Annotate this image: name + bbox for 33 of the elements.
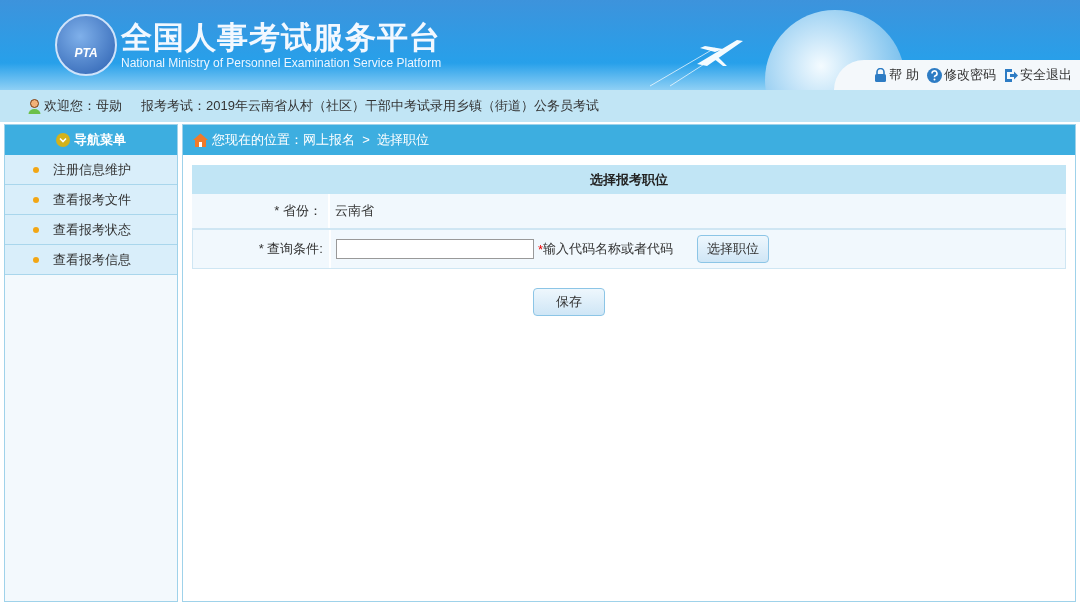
required-mark: * (538, 241, 544, 257)
exam-name: 报考考试：2019年云南省从村（社区）干部中考试录用乡镇（街道）公务员考试 (141, 97, 599, 115)
query-hint: 输入代码名称或者代码 (543, 240, 674, 258)
query-input-field[interactable] (336, 239, 534, 259)
sidebar-title: 导航菜单 (74, 131, 126, 149)
header-link[interactable]: 安全退出 (1004, 66, 1072, 84)
sidebar-item[interactable]: 注册信息维护 (5, 155, 177, 185)
province-label: * 省份： (274, 202, 322, 220)
logo-emblem: PTA (55, 14, 117, 76)
exit-icon (1004, 67, 1018, 83)
bullet-icon (33, 226, 39, 233)
breadcrumb-text: 您现在的位置：网上报名 > 选择职位 (212, 131, 430, 149)
lock-icon (874, 68, 888, 82)
province-value: 云南省 (335, 202, 374, 220)
chevron-down-icon (56, 133, 70, 147)
query-label: * 查询条件: (258, 240, 323, 258)
welcome-text: 欢迎您：母勋 (44, 97, 122, 115)
user-icon (28, 98, 41, 114)
bullet-icon (33, 256, 39, 263)
form-title: 选择报考职位 (192, 165, 1066, 194)
question-icon (927, 67, 942, 83)
header-link[interactable]: 帮 助 (874, 66, 919, 84)
bullet-icon (33, 166, 39, 173)
site-subtitle: National Ministry of Personnel Examination Service Platform (121, 56, 442, 70)
home-icon (193, 133, 208, 147)
site-title: 全国人事考试服务平台 (121, 20, 442, 56)
select-position-button[interactable]: 选择职位 (697, 235, 770, 263)
bullet-icon (33, 196, 39, 203)
sidebar-item[interactable]: 查看报考文件 (5, 185, 177, 215)
save-button[interactable]: 保存 (533, 288, 605, 316)
sidebar-item[interactable]: 查看报考状态 (5, 215, 177, 245)
sidebar-item[interactable]: 查看报考信息 (5, 245, 177, 275)
header-link[interactable]: 修改密码 (927, 66, 996, 84)
